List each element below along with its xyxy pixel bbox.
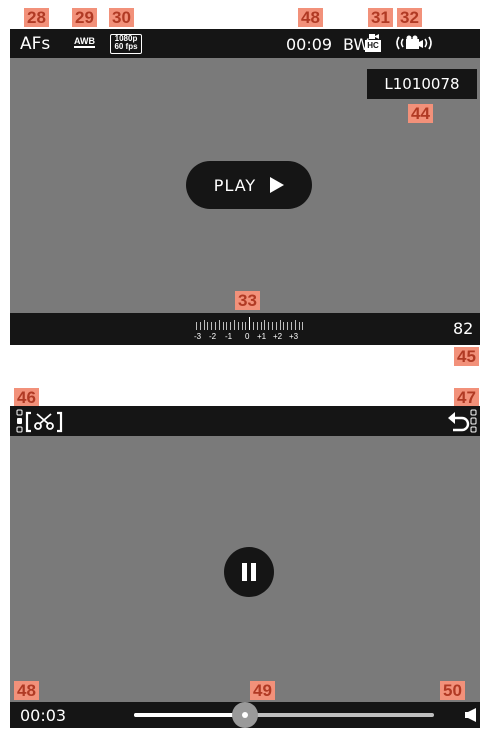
exposure-tick — [298, 322, 300, 330]
pause-icon — [242, 563, 256, 581]
video-format-indicator: 1080p 60 fps — [110, 34, 142, 54]
callout-47: 47 — [454, 388, 479, 407]
top-status-bar: AFs AWB 1080p 60 fps 00:09 BW HC — [10, 29, 480, 58]
movie-camera-icon — [369, 34, 379, 39]
exposure-tick — [302, 322, 304, 330]
exposure-scale: -3 -2 -1 0 +1 +2 +3 — [194, 313, 306, 345]
callout-30: 30 — [109, 8, 134, 27]
exposure-tick — [230, 322, 232, 330]
exposure-tick — [272, 322, 273, 330]
callout-48: 48 — [298, 8, 323, 27]
video-frame-rate: 60 fps — [114, 42, 138, 51]
exposure-tick — [260, 322, 262, 330]
exposure-tick — [294, 320, 296, 330]
callout-45: 45 — [454, 347, 479, 366]
exposure-tick — [207, 322, 209, 330]
exposure-tick — [226, 322, 228, 330]
playback-screen: 48 49 50 00:03 — [10, 406, 480, 728]
current-time: 00:03 — [20, 706, 67, 725]
af-mode-indicator: AFs — [20, 34, 51, 54]
exposure-tick — [275, 322, 277, 330]
playback-bottom-bar: 00:03 — [10, 702, 480, 728]
exposure-label: -2 — [209, 332, 217, 341]
callout-48: 48 — [14, 681, 39, 700]
film-style-badge: HC — [365, 40, 381, 52]
exposure-tick — [279, 320, 281, 330]
exposure-tick — [218, 320, 220, 330]
exposure-tick — [264, 320, 266, 330]
play-button[interactable]: PLAY — [186, 161, 312, 209]
back-icon[interactable] — [448, 410, 470, 432]
exposure-tick — [215, 322, 216, 330]
dial-indicator-icon — [16, 409, 23, 433]
exposure-tick — [245, 322, 247, 330]
exposure-scale-labels: -3 -2 -1 0 +1 +2 +3 — [194, 332, 306, 343]
exposure-label: +2 — [273, 332, 283, 341]
exposure-tick — [249, 317, 251, 330]
bottom-status-bar: -3 -2 -1 0 +1 +2 +3 82 — [10, 313, 480, 345]
exposure-tick — [199, 322, 201, 330]
exposure-tick — [211, 322, 213, 330]
exposure-label: 0 — [245, 332, 250, 341]
white-balance-indicator: AWB — [74, 36, 95, 48]
playback-top-bar — [10, 406, 480, 436]
play-icon — [270, 177, 285, 193]
callout-44: 44 — [408, 104, 433, 123]
pause-button[interactable] — [224, 547, 274, 597]
callout-31: 31 — [368, 8, 393, 27]
exposure-tick — [268, 322, 270, 330]
exposure-tick — [237, 322, 239, 330]
callout-50: 50 — [440, 681, 465, 700]
trim-icon[interactable] — [25, 411, 63, 433]
callout-46: 46 — [14, 388, 39, 407]
exposure-tick — [256, 322, 258, 330]
exposure-tick — [283, 322, 285, 330]
speaker-icon[interactable] — [465, 708, 477, 722]
exposure-tick — [234, 320, 235, 330]
image-stabilization-icon — [396, 35, 432, 50]
exposure-tick — [222, 322, 224, 330]
exposure-label: -3 — [194, 332, 202, 341]
thumb-dot — [242, 712, 248, 718]
exposure-label: +1 — [257, 332, 267, 341]
progress-track[interactable] — [134, 702, 434, 728]
callout-32: 32 — [397, 8, 422, 27]
progress-fill — [134, 713, 245, 717]
frame-count: 82 — [453, 319, 474, 338]
callout-33: 33 — [235, 291, 260, 310]
live-view-screen: AFs AWB 1080p 60 fps 00:09 BW HC L101007… — [10, 29, 480, 345]
exposure-tick — [203, 320, 205, 330]
callout-28: 28 — [24, 8, 49, 27]
elapsed-time: 00:09 — [286, 35, 333, 54]
exposure-label: +3 — [289, 332, 299, 341]
file-name-label: L1010078 — [367, 69, 477, 99]
exposure-tick — [291, 322, 292, 330]
exposure-tick — [253, 322, 254, 330]
progress-thumb[interactable] — [232, 702, 258, 728]
dial-indicator-icon — [470, 409, 477, 433]
exposure-tick — [196, 322, 197, 330]
exposure-tick — [287, 322, 289, 330]
play-label: PLAY — [213, 175, 257, 195]
exposure-label: -1 — [225, 332, 233, 341]
callout-29: 29 — [72, 8, 97, 27]
exposure-tick — [241, 322, 243, 330]
callout-49: 49 — [250, 681, 275, 700]
